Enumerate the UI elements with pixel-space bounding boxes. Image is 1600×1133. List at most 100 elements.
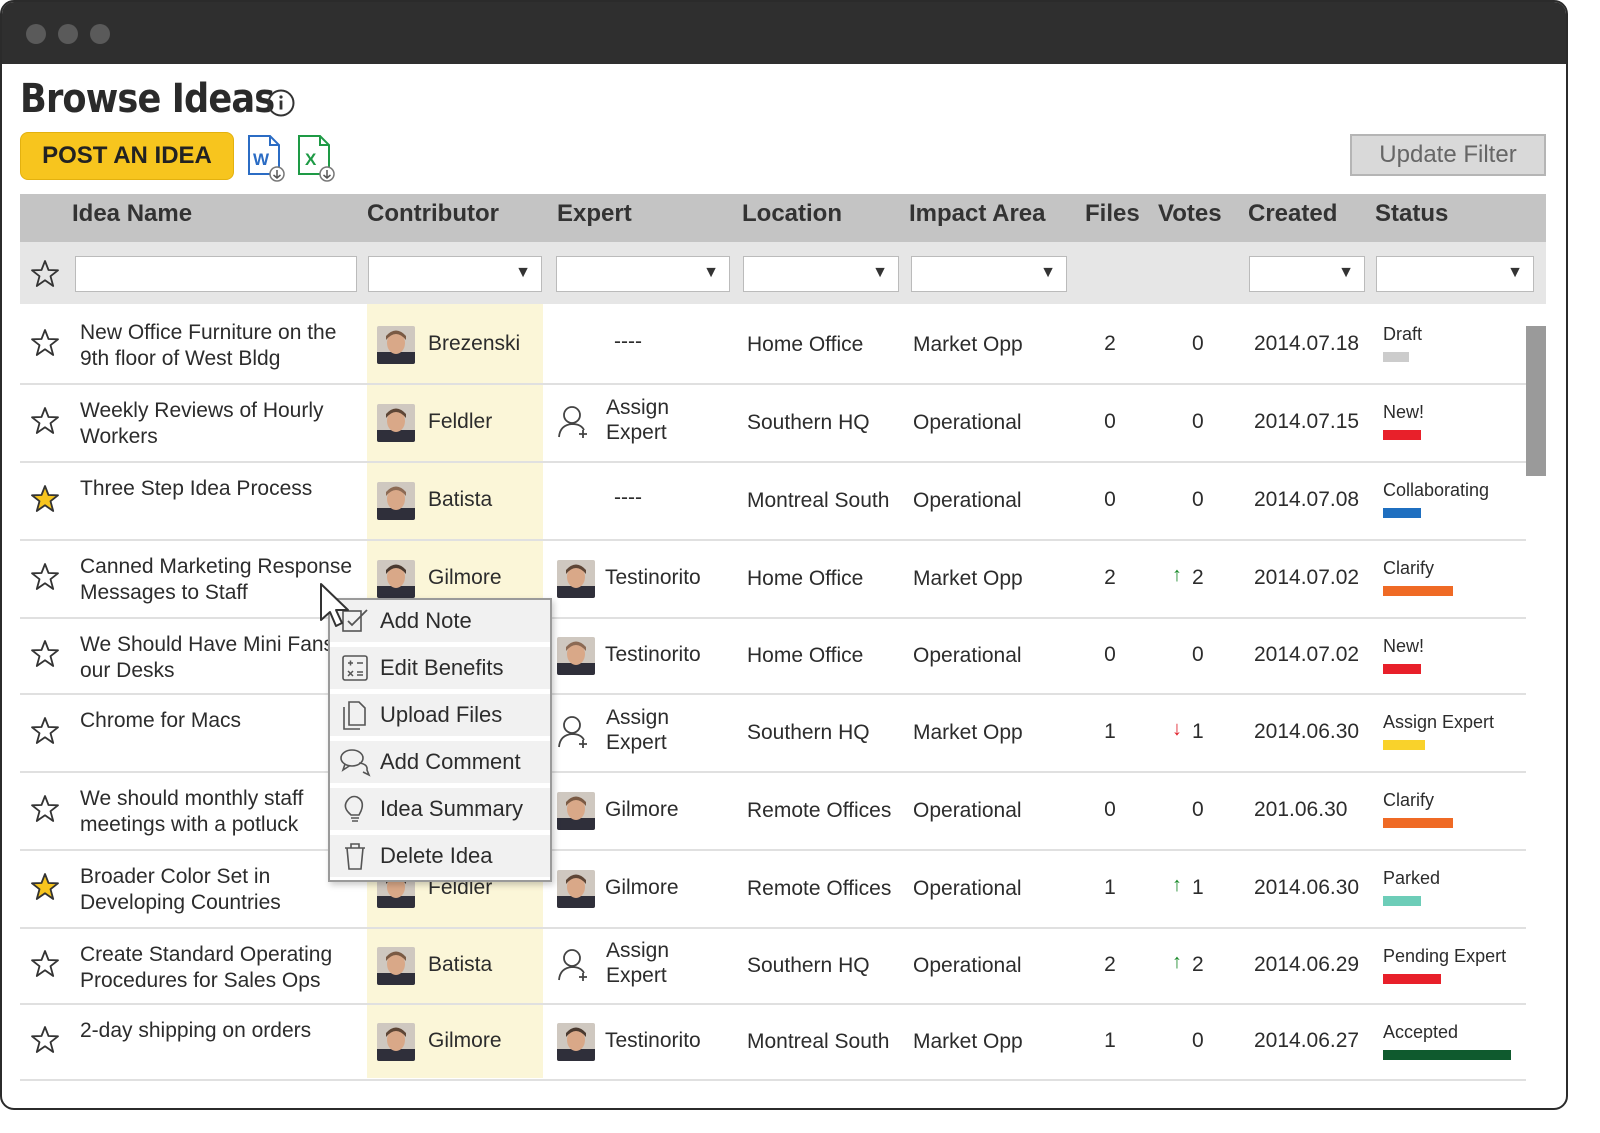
files-count[interactable]: 1: [1090, 719, 1130, 745]
favorite-star-icon[interactable]: [30, 639, 60, 669]
window-close-dot[interactable]: [26, 24, 46, 44]
idea-name[interactable]: 2-day shipping on orders: [80, 1018, 311, 1044]
location-filter-select[interactable]: [743, 256, 899, 292]
assign-expert-link-line2[interactable]: Expert: [606, 963, 667, 989]
contributor-name[interactable]: Gilmore: [428, 565, 502, 591]
window-zoom-dot[interactable]: [90, 24, 110, 44]
idea-name[interactable]: We should monthly staff: [80, 786, 303, 812]
files-count[interactable]: 0: [1090, 487, 1130, 513]
col-header-expert[interactable]: Expert: [557, 200, 632, 228]
favorite-star-icon[interactable]: [30, 949, 60, 979]
idea-name-line2[interactable]: 9th floor of West Bldg: [80, 346, 280, 372]
files-count[interactable]: 0: [1090, 642, 1130, 668]
votes-count[interactable]: 0: [1192, 487, 1204, 513]
col-header-created[interactable]: Created: [1248, 200, 1337, 228]
idea-name-line2[interactable]: Messages to Staff: [80, 580, 248, 606]
files-count[interactable]: 2: [1090, 565, 1130, 591]
votes-count[interactable]: 1: [1192, 875, 1204, 901]
favorite-star-icon[interactable]: [30, 562, 60, 592]
contributor-name[interactable]: Batista: [428, 487, 492, 513]
idea-name-line2[interactable]: Workers: [80, 424, 158, 450]
votes-count[interactable]: 0: [1192, 331, 1204, 357]
favorite-star-icon[interactable]: [30, 1025, 60, 1055]
idea-name[interactable]: Chrome for Macs: [80, 708, 241, 734]
assign-expert-link-line2[interactable]: Expert: [606, 420, 667, 446]
contributor-filter-select[interactable]: [368, 256, 542, 292]
assign-expert-link[interactable]: Assign: [606, 705, 669, 731]
idea-name[interactable]: Three Step Idea Process: [80, 476, 312, 502]
context-menu-item-add-comment[interactable]: Add Comment: [330, 741, 550, 785]
favorite-star-icon[interactable]: [30, 406, 60, 436]
votes-count[interactable]: 2: [1192, 952, 1204, 978]
col-header-contributor[interactable]: Contributor: [367, 200, 499, 228]
idea-name[interactable]: Weekly Reviews of Hourly: [80, 398, 324, 424]
idea-name[interactable]: New Office Furniture on the: [80, 320, 336, 346]
idea-name[interactable]: Broader Color Set in: [80, 864, 270, 890]
expert-name[interactable]: Gilmore: [605, 875, 679, 901]
contributor-name[interactable]: Feldler: [428, 409, 492, 435]
assign-expert-link-line2[interactable]: Expert: [606, 730, 667, 756]
votes-count[interactable]: 0: [1192, 642, 1204, 668]
context-menu-item-idea-summary[interactable]: Idea Summary: [330, 788, 550, 832]
context-menu-label: Edit Benefits: [380, 655, 504, 680]
idea-name-line2[interactable]: meetings with a potluck: [80, 812, 298, 838]
favorite-star-filled-icon[interactable]: [30, 872, 60, 902]
filter-star-icon[interactable]: [30, 259, 60, 289]
votes-count[interactable]: 2: [1192, 565, 1204, 591]
col-header-status[interactable]: Status: [1375, 200, 1448, 228]
files-count[interactable]: 0: [1090, 797, 1130, 823]
export-excel-icon[interactable]: X: [296, 134, 336, 184]
col-header-votes[interactable]: Votes: [1158, 200, 1222, 228]
expert-name[interactable]: Testinorito: [605, 565, 701, 591]
impact-area-filter-select[interactable]: [911, 256, 1067, 292]
impact-area: Market Opp: [913, 567, 1023, 590]
idea-name-line2[interactable]: our Desks: [80, 658, 175, 684]
assign-expert-icon[interactable]: [557, 947, 591, 983]
col-header-files[interactable]: Files: [1085, 200, 1140, 228]
files-count[interactable]: 2: [1090, 331, 1130, 357]
idea-name[interactable]: We Should Have Mini Fans: [80, 632, 334, 658]
update-filter-button[interactable]: Update Filter: [1350, 134, 1546, 176]
col-header-idea-name[interactable]: Idea Name: [72, 200, 192, 228]
contributor-name[interactable]: Gilmore: [428, 1028, 502, 1054]
contributor-name[interactable]: Batista: [428, 952, 492, 978]
files-count[interactable]: 1: [1090, 875, 1130, 901]
idea-name-line2[interactable]: Developing Countries: [80, 890, 281, 916]
favorite-star-icon[interactable]: [30, 794, 60, 824]
idea-name[interactable]: Canned Marketing Response: [80, 554, 352, 580]
window-minimize-dot[interactable]: [58, 24, 78, 44]
contributor-name[interactable]: Brezenski: [428, 331, 520, 357]
idea-name-line2[interactable]: Procedures for Sales Ops: [80, 968, 320, 994]
favorite-star-filled-icon[interactable]: [30, 484, 60, 514]
votes-count[interactable]: 0: [1192, 409, 1204, 435]
post-idea-button[interactable]: POST AN IDEA: [20, 132, 234, 180]
assign-expert-link[interactable]: Assign: [606, 395, 669, 421]
col-header-location[interactable]: Location: [742, 200, 842, 228]
expert-name[interactable]: Testinorito: [605, 1028, 701, 1054]
export-word-icon[interactable]: W: [246, 134, 286, 184]
context-menu-item-edit-benefits[interactable]: Edit Benefits: [330, 647, 550, 691]
idea-name-filter-input[interactable]: [75, 256, 357, 292]
favorite-star-icon[interactable]: [30, 716, 60, 746]
info-icon[interactable]: [266, 88, 296, 118]
created-filter-select[interactable]: [1249, 256, 1365, 292]
context-menu-item-upload-files[interactable]: Upload Files: [330, 694, 550, 738]
status-filter-select[interactable]: [1376, 256, 1534, 292]
idea-name[interactable]: Create Standard Operating: [80, 942, 332, 968]
assign-expert-icon[interactable]: [557, 404, 591, 440]
votes-count[interactable]: 1: [1192, 719, 1204, 745]
files-count[interactable]: 1: [1090, 1028, 1130, 1054]
votes-count[interactable]: 0: [1192, 1028, 1204, 1054]
table-scrollbar-thumb[interactable]: [1526, 326, 1546, 476]
context-menu-item-delete-idea[interactable]: Delete Idea: [330, 835, 550, 879]
assign-expert-icon[interactable]: [557, 714, 591, 750]
expert-name[interactable]: Gilmore: [605, 797, 679, 823]
files-count[interactable]: 2: [1090, 952, 1130, 978]
col-header-impact-area[interactable]: Impact Area: [909, 200, 1046, 228]
files-count[interactable]: 0: [1090, 409, 1130, 435]
expert-filter-select[interactable]: [556, 256, 730, 292]
expert-name[interactable]: Testinorito: [605, 642, 701, 668]
votes-count[interactable]: 0: [1192, 797, 1204, 823]
favorite-star-icon[interactable]: [30, 328, 60, 358]
assign-expert-link[interactable]: Assign: [606, 938, 669, 964]
